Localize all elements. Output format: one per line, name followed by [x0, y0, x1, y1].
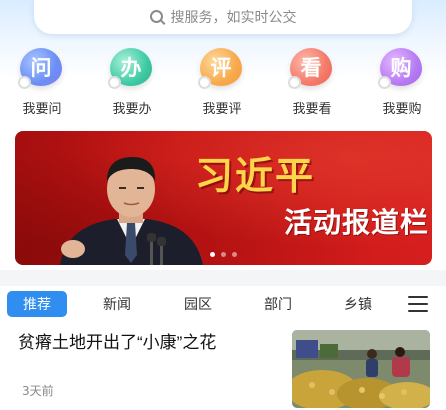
search-placeholder: 搜服务，如实时公交	[170, 10, 297, 26]
tab-park[interactable]: 园区	[168, 291, 228, 317]
category-tabs: 推荐 新闻 园区 部门 乡镇	[0, 288, 446, 318]
banner-pager	[15, 252, 432, 257]
section-divider	[0, 270, 446, 286]
banner-title: 习近平	[194, 153, 315, 198]
shop-label: 我要购	[382, 101, 422, 116]
news-headline[interactable]: 贫瘠土地开出了“小康”之花	[18, 332, 278, 354]
tab-townships[interactable]: 乡镇	[328, 291, 388, 317]
tab-recommend[interactable]: 推荐	[7, 291, 67, 317]
tab-news[interactable]: 新闻	[87, 291, 147, 317]
shop-button[interactable]: 购 我要购	[362, 46, 442, 121]
pager-dot[interactable]	[232, 252, 237, 257]
news-thumbnail[interactable]	[292, 330, 430, 408]
news-time: 3天前	[22, 384, 54, 398]
ask-label: 我要问	[22, 101, 62, 116]
news-item[interactable]: 贫瘠土地开出了“小康”之花 3天前	[0, 322, 446, 410]
banner-subtitle: 活动报道栏	[283, 206, 429, 239]
news-banner[interactable]: 习近平 活动报道栏	[15, 131, 432, 265]
handle-label: 我要办	[112, 101, 152, 116]
review-label: 我要评	[202, 101, 242, 116]
review-button[interactable]: 评 我要评	[182, 46, 262, 121]
search-icon	[149, 9, 163, 23]
watch-label: 我要看	[292, 101, 332, 116]
menu-icon[interactable]	[408, 296, 428, 312]
search-bar[interactable]: 搜服务，如实时公交	[34, 0, 412, 34]
tab-departments[interactable]: 部门	[248, 291, 308, 317]
ask-button[interactable]: 问 我要问	[2, 46, 82, 121]
handle-button[interactable]: 办 我要办	[92, 46, 172, 121]
quick-actions: 问 我要问 办 我要办 评 我要评 看 我要看 购 我要购	[0, 46, 446, 121]
pager-dot[interactable]	[221, 252, 226, 257]
pager-dot[interactable]	[210, 252, 215, 257]
watch-button[interactable]: 看 我要看	[272, 46, 352, 121]
